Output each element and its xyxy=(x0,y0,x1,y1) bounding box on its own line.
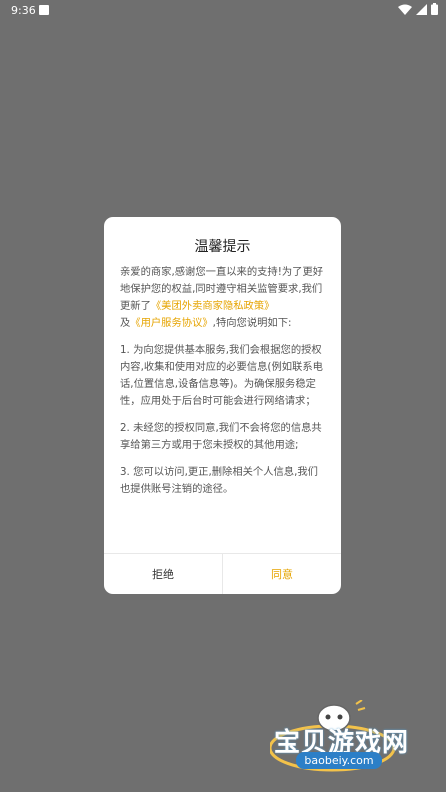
privacy-dialog: 温馨提示 亲爱的商家,感谢您一直以来的支持!为了更好地保护您的权益,同时遵守相关… xyxy=(104,217,341,594)
decline-button[interactable]: 拒绝 xyxy=(104,554,222,594)
notification-icon xyxy=(39,5,49,15)
watermark-url: baobeiy.com xyxy=(296,752,382,769)
dialog-body: 亲爱的商家,感谢您一直以来的支持!为了更好地保护您的权益,同时遵守相关监管要求,… xyxy=(120,264,327,508)
intro-paragraph: 亲爱的商家,感谢您一直以来的支持!为了更好地保护您的权益,同时遵守相关监管要求,… xyxy=(120,264,327,332)
dialog-buttons: 拒绝 同意 xyxy=(104,553,341,594)
agree-button[interactable]: 同意 xyxy=(222,554,341,594)
user-service-agreement-link[interactable]: 《用户服务协议》 xyxy=(130,317,212,329)
status-time: 9:36 xyxy=(11,4,36,17)
wifi-icon xyxy=(398,4,412,15)
privacy-policy-link[interactable]: 《美团外卖商家隐私政策》 xyxy=(151,300,275,312)
intro-suffix: ,特向您说明如下: xyxy=(212,317,292,329)
status-bar: 9:36 xyxy=(0,0,446,20)
point-3: 3. 您可以访问,更正,删除相关个人信息,我们也提供账号注销的途径。 xyxy=(120,466,318,495)
point-2: 2. 未经您的授权同意,我们不会将您的信息共享给第三方或用于您未授权的其他用途; xyxy=(120,422,322,451)
battery-icon xyxy=(431,3,438,15)
dialog-title: 温馨提示 xyxy=(194,239,251,255)
status-icons xyxy=(398,3,438,15)
point-1: 1. 为向您提供基本服务,我们会根据您的授权内容,收集和使用对应的必要信息(例如… xyxy=(120,344,323,407)
signal-icon xyxy=(416,3,427,15)
intro-and: 及 xyxy=(120,317,131,329)
